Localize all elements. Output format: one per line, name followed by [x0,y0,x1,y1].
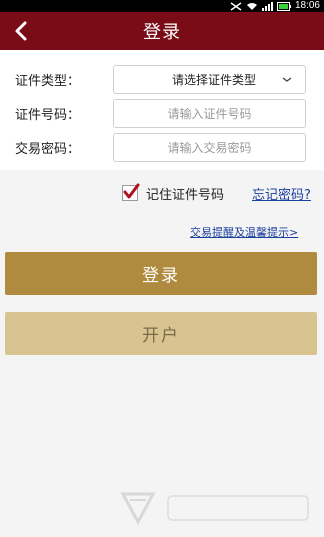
back-arrow-icon [15,21,27,41]
trade-password-row: 交易密码： 请输入交易密码 [0,132,324,162]
status-bar: 18:06 [0,0,324,12]
cert-number-label: 证件号码： [15,107,81,123]
cert-type-label: 证件类型： [15,73,81,89]
chevron-down-icon [282,76,292,82]
login-form: 证件类型： 请选择证件类型 证件号码： 请输入证件号码 交易密码： 请输入交易密… [0,50,324,170]
page-title: 登录 [143,22,181,43]
wifi-icon [246,2,257,10]
remember-checkbox[interactable] [122,183,140,201]
cert-number-input[interactable]: 请输入证件号码 [113,98,306,128]
notification-icon [230,1,242,11]
watermark-logo [120,492,309,526]
signal-icon [261,1,273,11]
cert-type-select[interactable]: 请选择证件类型 [113,64,306,94]
status-icons [230,1,291,11]
forgot-password-link[interactable]: 忘记密码? [252,184,311,203]
trade-password-input[interactable]: 请输入交易密码 [113,132,306,162]
checkmark-icon [123,183,140,199]
cert-type-row: 证件类型： 请选择证件类型 [0,64,324,94]
back-button[interactable] [10,20,32,42]
remember-label: 记住证件号码 [146,187,225,203]
cert-type-value: 请选择证件类型 [172,72,257,87]
cert-number-row: 证件号码： 请输入证件号码 [0,98,324,128]
battery-icon [276,1,291,11]
trade-password-label: 交易密码： [15,141,81,157]
open-account-button[interactable]: 开户 [5,312,317,355]
trade-password-placeholder: 请输入交易密码 [167,140,252,155]
remember-option: 记住证件号码 [122,183,224,203]
cert-number-placeholder: 请输入证件号码 [167,106,252,121]
status-time: 18:06 [294,0,320,11]
header-bar: 登录 [0,12,324,50]
trade-tips-link[interactable]: 交易提醒及温馨提示> [190,224,298,240]
login-button[interactable]: 登录 [5,252,317,295]
